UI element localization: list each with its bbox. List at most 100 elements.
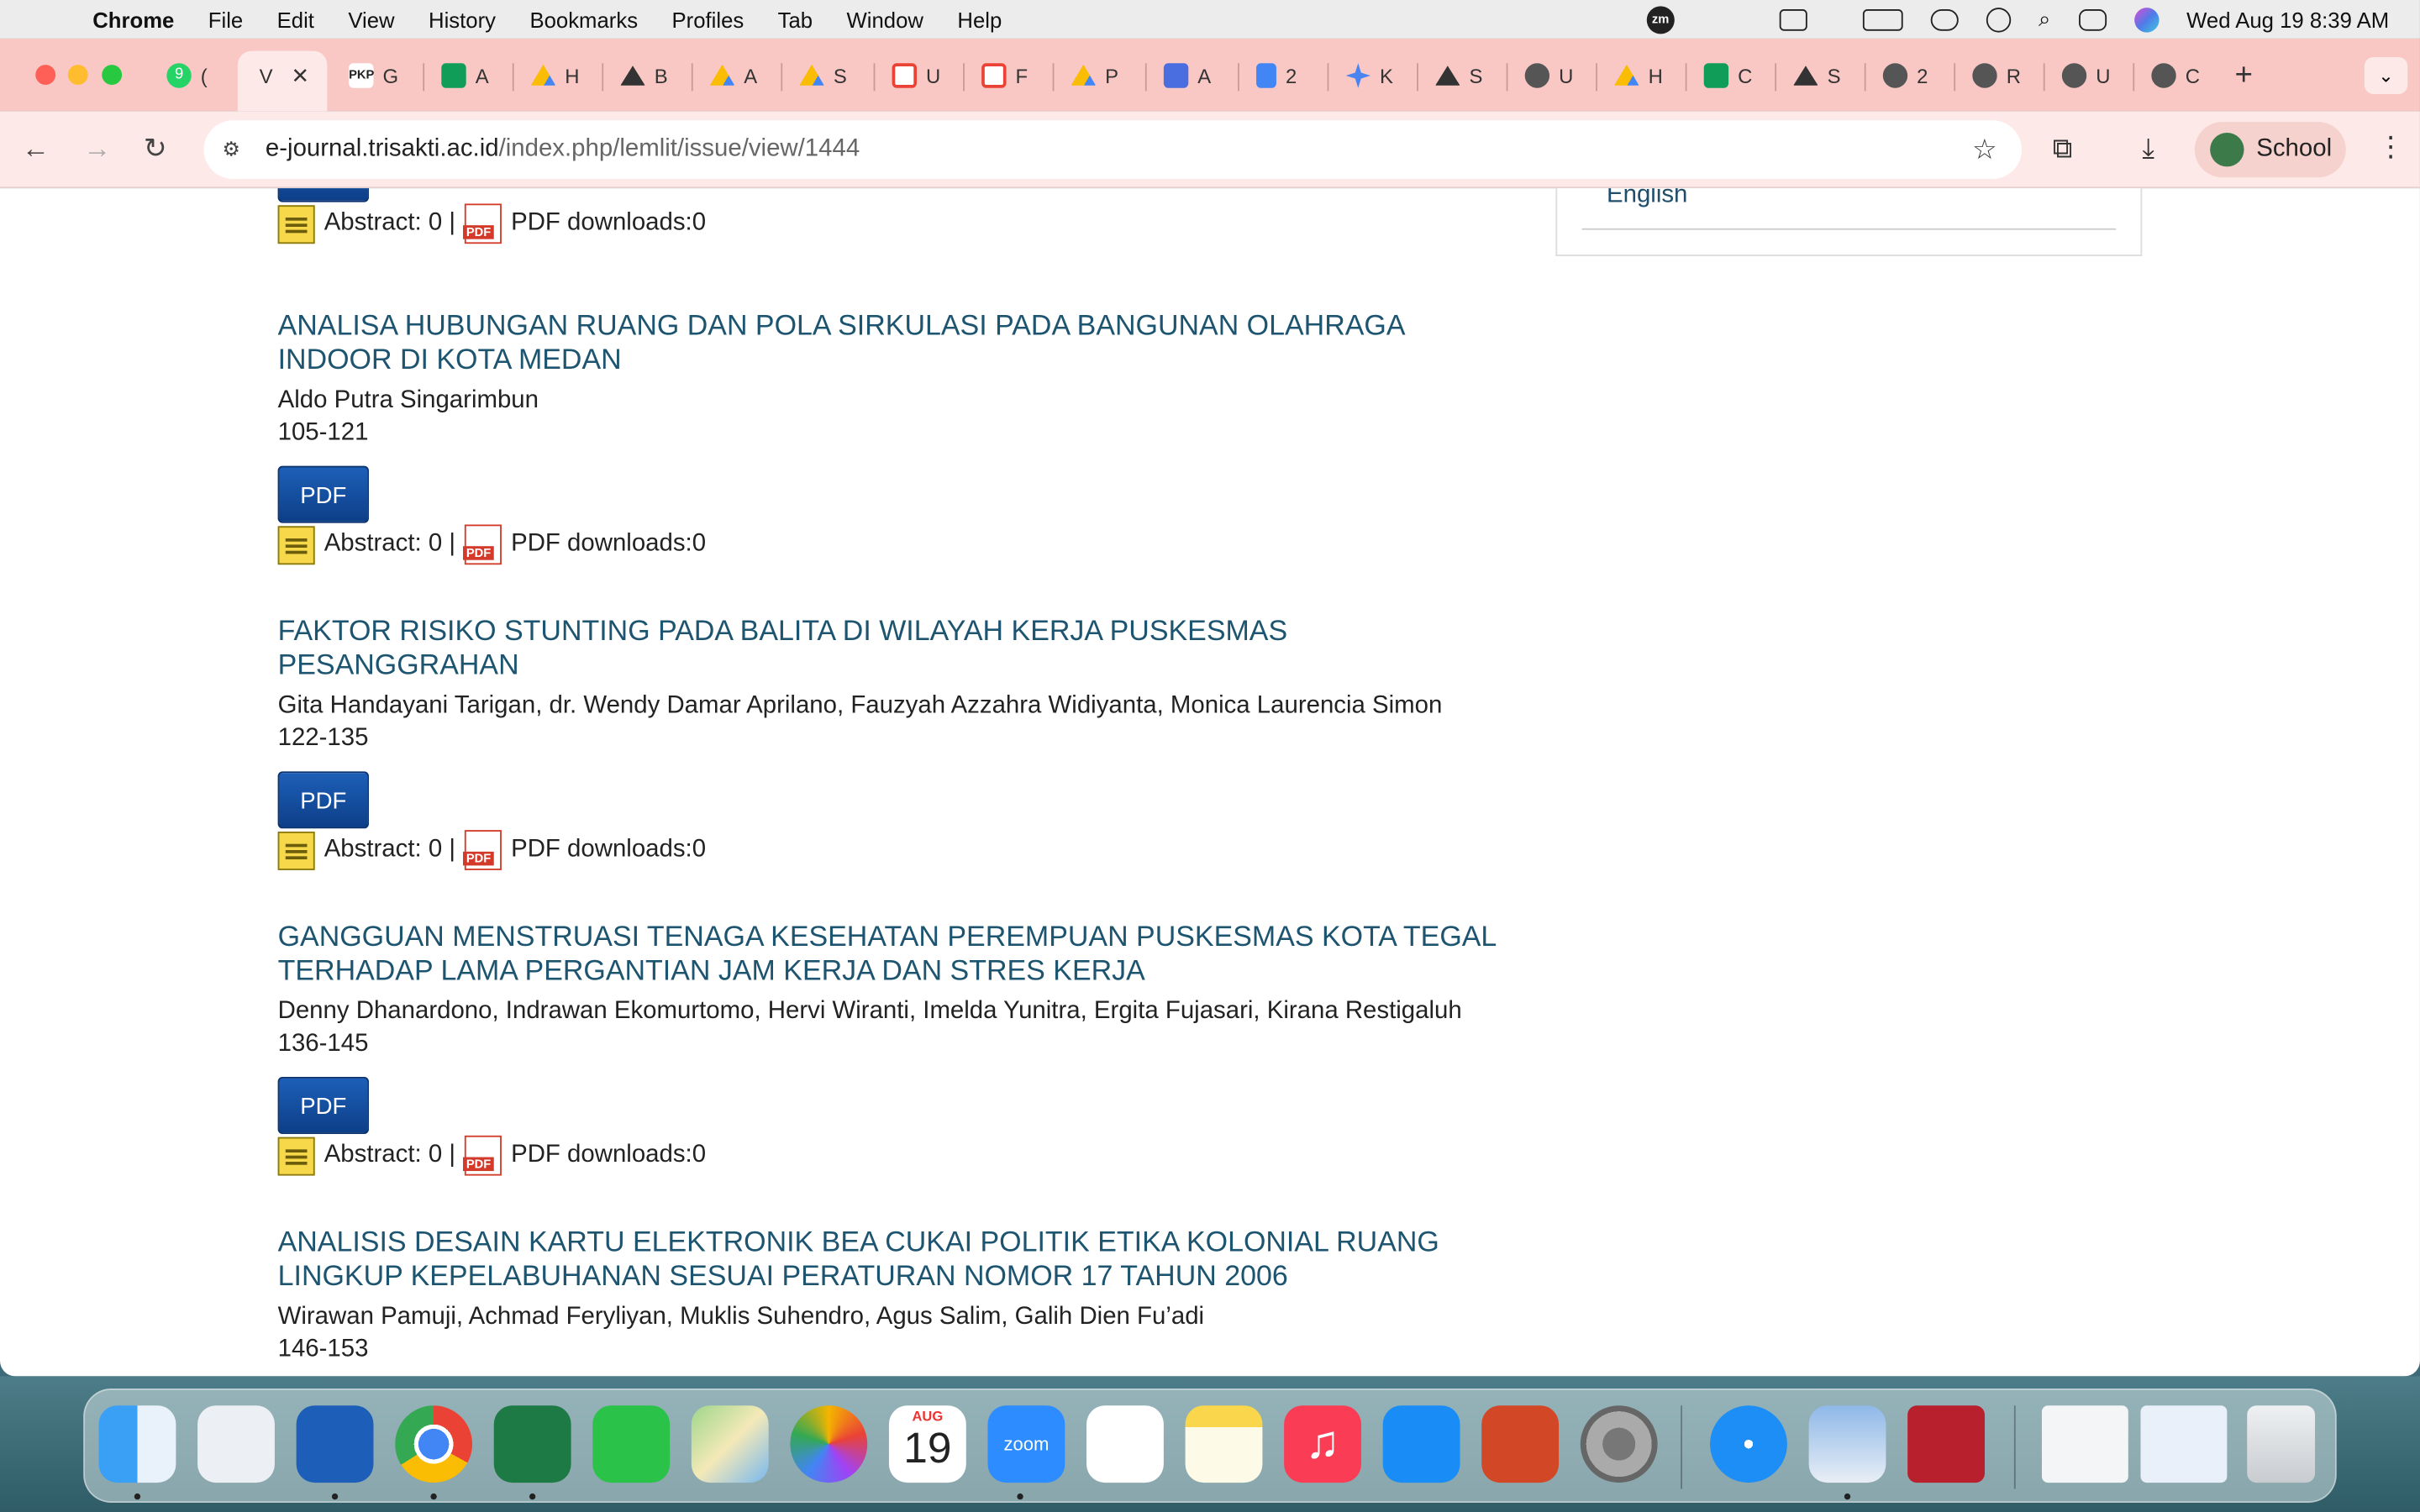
back-button[interactable]: ←: [22, 133, 50, 165]
preview-icon[interactable]: [1808, 1405, 1886, 1483]
tab-gemini[interactable]: K: [1345, 57, 1393, 94]
article-title-link[interactable]: GANGGUAN MENSTRUASI TENAGA KESEHATAN PER…: [278, 920, 1512, 988]
siri-icon[interactable]: [2133, 7, 2160, 32]
tab-globe-3[interactable]: R: [1972, 57, 2021, 94]
tab-label: 2: [1285, 64, 1297, 87]
tab-whatsapp[interactable]: 9 (: [166, 57, 208, 94]
word-icon[interactable]: [296, 1405, 374, 1483]
pdf-button[interactable]: PDF: [277, 771, 369, 829]
menu-bookmarks[interactable]: Bookmarks: [529, 7, 638, 31]
article-previous: PDF Abstract: 0 | PDF PDF downloads:0: [277, 188, 1512, 244]
menu-edit[interactable]: Edit: [277, 7, 314, 31]
menu-app-chrome[interactable]: Chrome: [92, 7, 174, 31]
tab-drive[interactable]: H: [530, 57, 580, 94]
tab-ai[interactable]: A: [1163, 57, 1211, 94]
reminders-icon[interactable]: [1086, 1405, 1164, 1483]
new-tab-button[interactable]: +: [2235, 59, 2253, 94]
keyboard-input-icon[interactable]: [1779, 8, 1807, 30]
tab-label: H: [565, 64, 580, 87]
spotlight-search-icon[interactable]: ⌕: [2039, 6, 2050, 32]
tab-current[interactable]: V ✕: [260, 57, 310, 94]
launchpad-icon[interactable]: [197, 1405, 275, 1483]
tab-gmail-2[interactable]: F: [981, 57, 1028, 94]
tab-globe-5[interactable]: C: [2151, 57, 2200, 94]
close-icon[interactable]: ✕: [292, 62, 310, 88]
powerpoint-icon[interactable]: [1481, 1405, 1560, 1483]
tab-label: S: [1469, 64, 1483, 87]
battery-icon[interactable]: [1862, 8, 1903, 30]
music-icon[interactable]: ♫: [1284, 1405, 1361, 1483]
chrome-menu-icon[interactable]: ⋮: [2377, 131, 2405, 164]
tab-globe-4[interactable]: U: [2061, 57, 2110, 94]
tab-drive-2[interactable]: A: [709, 57, 757, 94]
address-bar[interactable]: ⚙ e-journal.trisakti.ac.id/index.php/lem…: [203, 120, 2023, 180]
pdf-button[interactable]: PDF: [277, 465, 369, 523]
menu-profiles[interactable]: Profiles: [671, 7, 744, 31]
menu-file[interactable]: File: [208, 7, 243, 31]
article-title-link[interactable]: FAKTOR RISIKO STUNTING PADA BALITA DI WI…: [278, 614, 1512, 682]
menu-window[interactable]: Window: [847, 7, 923, 31]
tab-drive-4[interactable]: P: [1071, 57, 1118, 94]
screen-mirroring-icon[interactable]: [1930, 8, 1959, 30]
pdf-file-icon: PDF: [463, 203, 502, 244]
profile-button[interactable]: School: [2194, 122, 2346, 178]
tab-label: R: [2006, 64, 2021, 87]
maps-icon[interactable]: [691, 1405, 769, 1483]
zoom-icon[interactable]: zoom: [987, 1405, 1065, 1483]
url-text[interactable]: e-journal.trisakti.ac.id/index.php/lemli…: [266, 136, 860, 164]
tab-sheets-2[interactable]: C: [1703, 57, 1752, 94]
mendeley-icon[interactable]: [1907, 1405, 1985, 1483]
tab-globe-2[interactable]: 2: [1882, 57, 1928, 94]
chrome-icon[interactable]: [395, 1405, 473, 1483]
window-minimize-button[interactable]: [67, 65, 88, 86]
tab-gmail[interactable]: U: [892, 57, 940, 94]
excel-window-icon[interactable]: [2041, 1405, 2128, 1483]
article-title-link[interactable]: ANALISIS DESAIN KARTU ELEKTRONIK BEA CUK…: [278, 1225, 1512, 1293]
window-close-button[interactable]: [35, 65, 56, 86]
app-store-icon[interactable]: [1382, 1405, 1460, 1483]
zoom-status-icon[interactable]: zm: [1646, 5, 1675, 34]
tab-trisakti-2[interactable]: S: [1435, 57, 1482, 94]
facetime-icon[interactable]: [592, 1405, 671, 1483]
language-link-english[interactable]: English: [1607, 188, 1687, 210]
word-window-icon[interactable]: [2140, 1405, 2228, 1483]
extensions-icon[interactable]: ⧉: [2053, 133, 2073, 165]
pdf-button[interactable]: PDF: [277, 1077, 369, 1134]
calendar-icon[interactable]: AUG 19: [888, 1405, 966, 1483]
system-settings-icon[interactable]: [1580, 1405, 1658, 1483]
drive-icon: [799, 64, 824, 86]
trisakti-icon: [1435, 66, 1460, 86]
pdf-button[interactable]: PDF: [277, 188, 369, 202]
notes-icon[interactable]: [1185, 1405, 1263, 1483]
tab-trisakti-3[interactable]: S: [1793, 57, 1841, 94]
finder-icon[interactable]: [98, 1405, 176, 1483]
site-info-icon[interactable]: ⚙: [222, 137, 250, 161]
tab-sheets[interactable]: A: [441, 57, 489, 94]
tab-docs[interactable]: 2: [1256, 57, 1297, 94]
tab-drive-3[interactable]: S: [799, 57, 847, 94]
trash-icon[interactable]: [2247, 1405, 2316, 1483]
article-title-link[interactable]: ANALISA HUBUNGAN RUANG DAN POLA SIRKULAS…: [278, 308, 1512, 376]
menu-view[interactable]: View: [348, 7, 394, 31]
tab-search-button[interactable]: ⌄: [2364, 56, 2408, 95]
control-center-icon[interactable]: [2078, 8, 2107, 30]
bookmark-star-icon[interactable]: ☆: [1972, 134, 1997, 166]
page-viewport: English PDF Abstract: 0 | PDF PDF downlo…: [0, 188, 2420, 1377]
tab-pkp[interactable]: PKP G: [349, 57, 398, 94]
user-account-icon[interactable]: [1986, 7, 2011, 32]
menubar-clock[interactable]: Wed Aug 19 8:39 AM: [2186, 7, 2389, 31]
forward-button[interactable]: →: [83, 133, 111, 165]
excel-icon[interactable]: [493, 1405, 571, 1483]
photos-icon[interactable]: [790, 1405, 868, 1483]
menu-history[interactable]: History: [429, 7, 496, 31]
docs-icon: [1256, 63, 1276, 88]
menu-tab[interactable]: Tab: [778, 7, 813, 31]
tab-drive-5[interactable]: H: [1614, 57, 1663, 94]
reload-button[interactable]: ↻: [144, 133, 167, 165]
safari-icon[interactable]: [1710, 1405, 1787, 1483]
window-zoom-button[interactable]: [102, 65, 123, 86]
tab-trisakti[interactable]: B: [620, 57, 668, 94]
menu-help[interactable]: Help: [957, 7, 1002, 31]
tab-globe[interactable]: U: [1524, 57, 1573, 94]
downloads-icon[interactable]: ⤓: [2142, 133, 2154, 165]
